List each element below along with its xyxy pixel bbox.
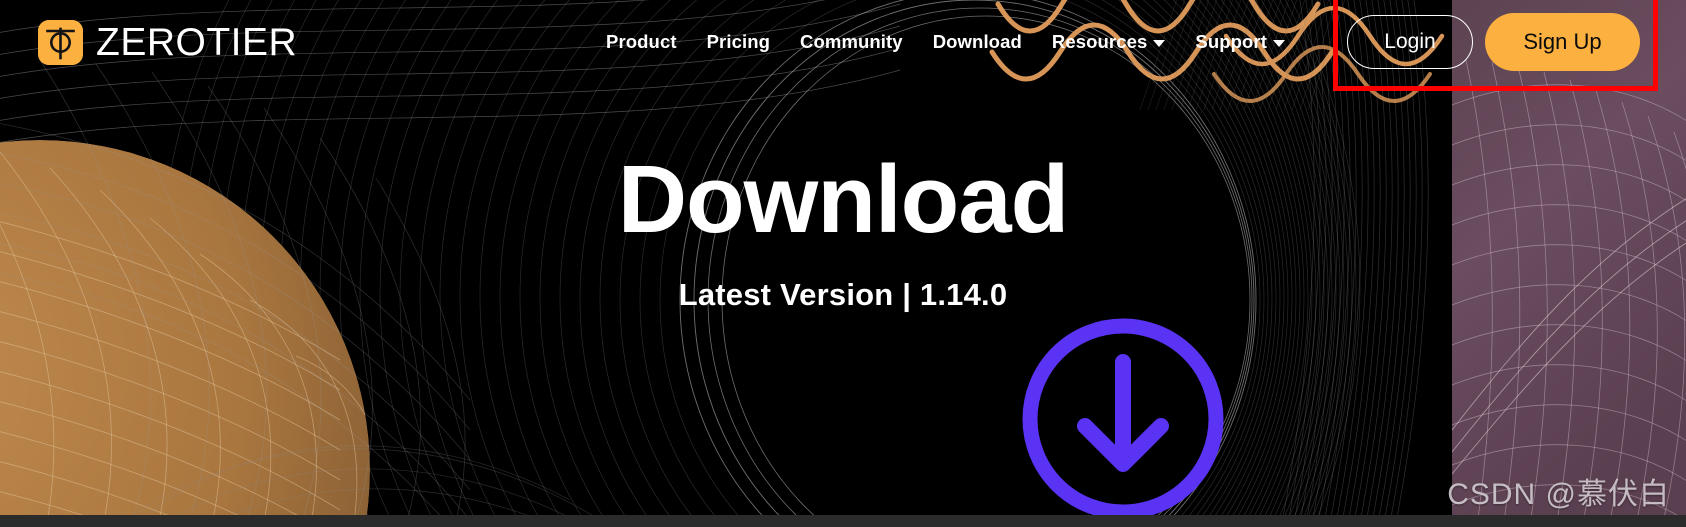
nav-item-community[interactable]: Community (800, 31, 903, 53)
nav-item-resources-label: Resources (1051, 31, 1148, 52)
login-button[interactable]: Login (1347, 15, 1473, 69)
nav-item-support-label: Support (1195, 31, 1267, 52)
nav-item-resources[interactable]: Resources (1052, 31, 1166, 53)
chevron-down-icon (1273, 40, 1285, 47)
brand-logo-link[interactable]: ZEROTIER (38, 19, 298, 65)
site-header: ZEROTIER Product Pricing Community Downl… (0, 0, 1686, 91)
download-circle-arrow-icon (1014, 310, 1232, 527)
nav-item-download-label: Download (932, 31, 1022, 52)
auth-button-group: Login Sign Up (1333, 0, 1658, 91)
chevron-down-icon (1153, 40, 1166, 47)
nav-item-support[interactable]: Support (1195, 31, 1285, 53)
nav-item-product-label: Product (606, 31, 677, 52)
brand-name: ZEROTIER (96, 20, 298, 64)
primary-navigation: Product Pricing Community Download Resou… (606, 0, 1686, 91)
nav-item-pricing[interactable]: Pricing (707, 31, 770, 53)
nav-item-community-label: Community (800, 31, 903, 52)
csdn-watermark: CSDN @慕伏白 (1447, 478, 1670, 511)
zerotier-phi-logo-icon (38, 19, 83, 65)
zerotier-download-page: ZEROTIER Product Pricing Community Downl… (0, 0, 1686, 527)
signup-button[interactable]: Sign Up (1485, 13, 1640, 71)
nav-item-product[interactable]: Product (606, 31, 677, 53)
nav-item-pricing-label: Pricing (706, 31, 771, 52)
bottom-edge-strip (0, 515, 1686, 527)
nav-item-download[interactable]: Download (933, 31, 1022, 53)
